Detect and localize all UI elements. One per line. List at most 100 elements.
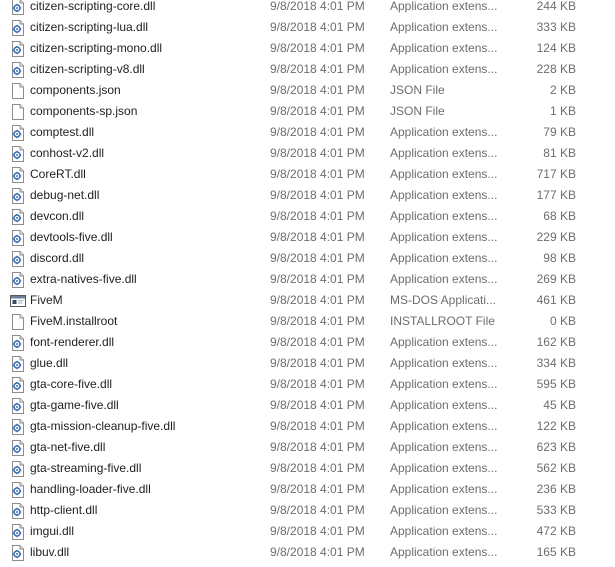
file-name: gta-core-five.dll [30, 377, 113, 391]
file-type: Application extens... [390, 146, 498, 160]
file-date-modified: 9/8/2018 4:01 PM [270, 545, 365, 559]
file-size: 228 KB [536, 62, 576, 76]
blank-file-icon [10, 83, 26, 99]
file-row[interactable]: components-sp.json 9/8/2018 4:01 PM JSON F… [0, 101, 615, 122]
dll-file-icon [10, 398, 26, 414]
dll-file-icon [10, 461, 26, 477]
dll-file-icon [10, 167, 26, 183]
file-type: Application extens... [390, 167, 498, 181]
file-name: libuv.dll [30, 545, 70, 559]
file-date-modified: 9/8/2018 4:01 PM [270, 125, 365, 139]
file-name: citizen-scripting-lua.dll [30, 20, 149, 34]
file-row[interactable]: gta-net-five.dll 9/8/2018 4:01 PM Applicat… [0, 437, 615, 458]
file-date-modified: 9/8/2018 4:01 PM [270, 188, 365, 202]
file-row[interactable]: FiveM 9/8/2018 4:01 PM MS-DOS Applicati...… [0, 290, 615, 311]
file-name: FiveM.installroot [30, 314, 118, 328]
file-date-modified: 9/8/2018 4:01 PM [270, 335, 365, 349]
file-date-modified: 9/8/2018 4:01 PM [270, 209, 365, 223]
file-name: handling-loader-five.dll [30, 482, 151, 496]
file-type: Application extens... [390, 209, 498, 223]
file-type: Application extens... [390, 41, 498, 55]
file-name: CoreRT.dll [30, 167, 86, 181]
file-type: JSON File [390, 83, 445, 97]
file-row[interactable]: devcon.dll 9/8/2018 4:01 PM Application ex… [0, 206, 615, 227]
file-name: extra-natives-five.dll [30, 272, 137, 286]
file-date-modified: 9/8/2018 4:01 PM [270, 503, 365, 517]
file-type: Application extens... [390, 356, 498, 370]
file-size: 461 KB [536, 293, 576, 307]
file-row[interactable]: libuv.dll 9/8/2018 4:01 PM Application ext… [0, 542, 615, 563]
file-name: components-sp.json [30, 104, 138, 118]
file-row[interactable]: discord.dll 9/8/2018 4:01 PM Application e… [0, 248, 615, 269]
file-row[interactable]: devtools-five.dll 9/8/2018 4:01 PM Applica… [0, 227, 615, 248]
file-date-modified: 9/8/2018 4:01 PM [270, 356, 365, 370]
file-row[interactable]: gta-mission-cleanup-five.dll 9/8/2018 4:0… [0, 416, 615, 437]
file-type: Application extens... [390, 230, 498, 244]
file-row[interactable]: gta-streaming-five.dll 9/8/2018 4:01 PM Ap… [0, 458, 615, 479]
dll-file-icon [10, 188, 26, 204]
file-type: Application extens... [390, 272, 498, 286]
file-row[interactable]: extra-natives-five.dll 9/8/2018 4:01 PM Ap… [0, 269, 615, 290]
file-row[interactable]: font-renderer.dll 9/8/2018 4:01 PM Applica… [0, 332, 615, 353]
file-row[interactable]: debug-net.dll 9/8/2018 4:01 PM Application… [0, 185, 615, 206]
file-size: 472 KB [536, 524, 576, 538]
file-type: Application extens... [390, 125, 498, 139]
dll-file-icon [10, 356, 26, 372]
file-date-modified: 9/8/2018 4:01 PM [270, 398, 365, 412]
file-type: Application extens... [390, 461, 498, 475]
file-type: Application extens... [390, 188, 498, 202]
file-name: comptest.dll [30, 125, 95, 139]
file-date-modified: 9/8/2018 4:01 PM [270, 146, 365, 160]
file-size: 2 KB [549, 83, 576, 97]
file-name: discord.dll [30, 251, 85, 265]
file-row[interactable]: gta-core-five.dll 9/8/2018 4:01 PM Applica… [0, 374, 615, 395]
dll-file-icon [10, 503, 26, 519]
file-name: http-client.dll [30, 503, 98, 517]
file-type: Application extens... [390, 545, 498, 559]
file-date-modified: 9/8/2018 4:01 PM [270, 251, 365, 265]
file-row[interactable]: citizen-scripting-mono.dll 9/8/2018 4:01 … [0, 38, 615, 59]
file-name: components.json [30, 83, 121, 97]
file-name: font-renderer.dll [30, 335, 115, 349]
dll-file-icon [10, 482, 26, 498]
file-type: Application extens... [390, 0, 498, 13]
file-type: Application extens... [390, 251, 498, 265]
dll-file-icon [10, 0, 26, 15]
file-type: Application extens... [390, 524, 498, 538]
file-row[interactable]: gta-game-five.dll 9/8/2018 4:01 PM Applica… [0, 395, 615, 416]
file-row[interactable]: imgui.dll 9/8/2018 4:01 PM Application ext… [0, 521, 615, 542]
file-row[interactable]: handling-loader-five.dll 9/8/2018 4:01 PM… [0, 479, 615, 500]
dll-file-icon [10, 20, 26, 36]
file-size: 229 KB [536, 230, 576, 244]
file-row[interactable]: http-client.dll 9/8/2018 4:01 PM Applicati… [0, 500, 615, 521]
file-date-modified: 9/8/2018 4:01 PM [270, 377, 365, 391]
file-name: citizen-scripting-core.dll [30, 0, 156, 13]
file-size: 717 KB [536, 167, 576, 181]
file-row[interactable]: conhost-v2.dll 9/8/2018 4:01 PM Applicatio… [0, 143, 615, 164]
file-name: citizen-scripting-v8.dll [30, 62, 145, 76]
file-size: 333 KB [536, 20, 576, 34]
file-size: 595 KB [536, 377, 576, 391]
file-type: INSTALLROOT File [390, 314, 495, 328]
file-name: gta-net-five.dll [30, 440, 106, 454]
file-date-modified: 9/8/2018 4:01 PM [270, 0, 365, 13]
file-date-modified: 9/8/2018 4:01 PM [270, 230, 365, 244]
file-type: Application extens... [390, 335, 498, 349]
file-row[interactable]: CoreRT.dll 9/8/2018 4:01 PM Application ex… [0, 164, 615, 185]
file-name: imgui.dll [30, 524, 75, 538]
file-row[interactable]: comptest.dll 9/8/2018 4:01 PM Application … [0, 122, 615, 143]
file-type: Application extens... [390, 482, 498, 496]
file-size: 81 KB [543, 146, 576, 160]
file-row[interactable]: citizen-scripting-core.dll 9/8/2018 4:01 … [0, 0, 615, 17]
file-row[interactable]: glue.dll 9/8/2018 4:01 PM Application exte… [0, 353, 615, 374]
dll-file-icon [10, 419, 26, 435]
file-name: debug-net.dll [30, 188, 100, 202]
file-name: citizen-scripting-mono.dll [30, 41, 163, 55]
file-row[interactable]: citizen-scripting-lua.dll 9/8/2018 4:01 P… [0, 17, 615, 38]
file-row[interactable]: FiveM.installroot 9/8/2018 4:01 PM INSTALL… [0, 311, 615, 332]
file-row[interactable]: citizen-scripting-v8.dll 9/8/2018 4:01 PM… [0, 59, 615, 80]
file-size: 623 KB [536, 440, 576, 454]
file-date-modified: 9/8/2018 4:01 PM [270, 440, 365, 454]
file-row[interactable]: components.json 9/8/2018 4:01 PM JSON File… [0, 80, 615, 101]
file-name: FiveM [30, 293, 63, 307]
